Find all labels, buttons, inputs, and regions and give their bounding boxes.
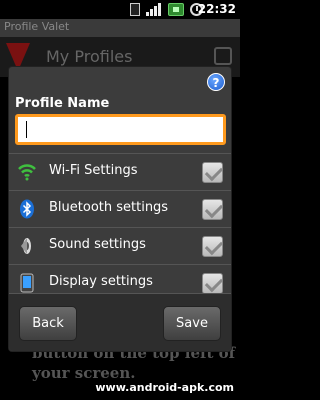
signal-icon [146,3,162,16]
profile-name-input[interactable] [15,114,226,145]
app-title-bar: Profile Valet [0,19,240,37]
dialog-footer: Back Save [9,293,231,351]
setting-label-wifi: Wi-Fi Settings [49,163,138,178]
wifi-icon [18,164,36,181]
profile-name-label: Profile Name [15,96,110,111]
setting-row-wifi[interactable]: Wi-Fi Settings [9,153,231,190]
speaker-icon [21,238,31,254]
save-button[interactable]: Save [163,306,221,341]
app-title: Profile Valet [4,20,70,33]
menu-icon [214,47,232,65]
help-icon[interactable]: ? [207,73,225,91]
setting-label-bluetooth: Bluetooth settings [49,200,169,215]
back-button[interactable]: Back [19,306,77,341]
bg-instruction-line-2: your screen. [32,364,136,382]
display-checkbox[interactable] [202,273,223,294]
bluetooth-checkbox[interactable] [202,199,223,220]
profile-dialog: ? Profile Name Wi-Fi Settings Bluetooth … [8,66,232,352]
sound-checkbox[interactable] [202,236,223,257]
bluetooth-icon [20,199,34,219]
battery-icon [168,3,184,16]
setting-label-display: Display settings [49,274,153,289]
status-bar: 22:32 [0,0,240,19]
watermark: www.android-apk.com [95,381,234,394]
setting-label-sound: Sound settings [49,237,146,252]
sim-icon [130,3,140,16]
phone-display-icon [20,273,34,293]
setting-row-sound[interactable]: Sound settings [9,227,231,264]
wifi-checkbox[interactable] [202,162,223,183]
status-time: 22:32 [197,2,236,16]
setting-row-bluetooth[interactable]: Bluetooth settings [9,190,231,227]
text-cursor [26,121,27,138]
screen-title: My Profiles [46,47,133,66]
